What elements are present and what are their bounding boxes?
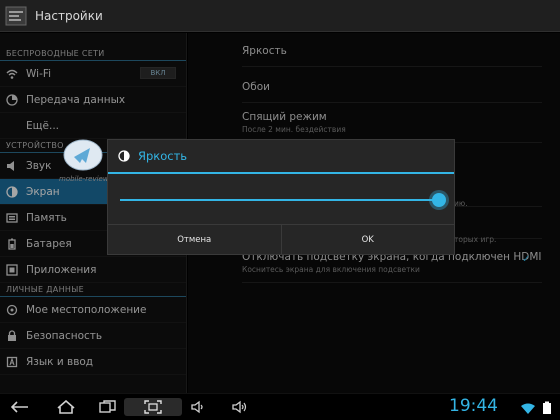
status-icons <box>520 400 552 419</box>
watermark-logo <box>62 138 104 172</box>
dialog-buttons: Отмена OK <box>108 224 454 254</box>
back-icon[interactable] <box>8 398 32 416</box>
dialog-header: Яркость <box>108 140 454 174</box>
brightness-dialog: Яркость Отмена OK <box>107 139 455 255</box>
slider-thumb[interactable] <box>432 193 446 207</box>
dialog-title: Яркость <box>138 149 188 163</box>
cancel-button[interactable]: Отмена <box>108 225 281 254</box>
action-bar: Настройки <box>0 0 560 32</box>
brightness-icon <box>118 147 130 166</box>
settings-app-icon <box>5 5 27 27</box>
system-bar: 19:44 <box>0 393 560 420</box>
status-clock: 19:44 <box>449 396 498 416</box>
app-title: Настройки <box>35 8 103 23</box>
screenshot-icon[interactable] <box>124 398 182 416</box>
slider-track <box>120 199 439 201</box>
battery-icon <box>542 400 552 419</box>
volume-down-icon[interactable] <box>186 398 210 416</box>
brightness-slider[interactable] <box>120 192 446 208</box>
home-icon[interactable] <box>54 398 78 416</box>
ok-button[interactable]: OK <box>280 225 455 254</box>
recent-apps-icon[interactable] <box>96 398 120 416</box>
volume-up-icon[interactable] <box>228 398 252 416</box>
wifi-signal-icon <box>520 400 536 419</box>
